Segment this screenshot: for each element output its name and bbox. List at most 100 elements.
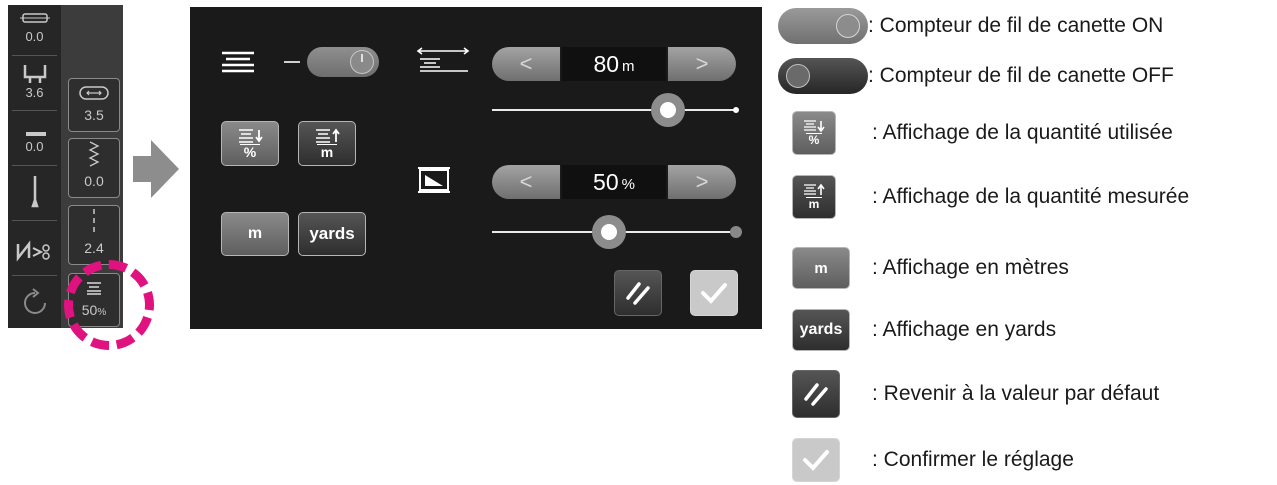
legend-label: m [814,259,828,277]
presser-foot-icon [10,63,59,85]
right-arrow-icon [133,140,179,203]
yards-icon: yards [778,309,872,351]
length-unit: m [622,57,635,75]
legend-text: : Affichage en yards [872,318,1057,341]
foot-pressure-value: 0.0 [25,139,44,154]
straight-stitch-icon [69,206,119,240]
reset-icon [778,370,872,418]
percent-slider[interactable] [492,215,742,249]
needle-button[interactable] [10,173,59,213]
legend-item-reset: : Revenir à la valeur par défaut [778,370,1160,418]
presser-foot-button[interactable]: 3.6 [10,63,59,100]
confirm-button[interactable] [690,270,738,316]
measured-quantity-button[interactable]: m [298,121,356,166]
used-quantity-button[interactable]: % [221,121,279,166]
stitch-length-button[interactable]: 0.0 [68,138,120,198]
used-quantity-icon [239,129,263,143]
meters-label: m [247,225,263,242]
toggle-knob [350,50,374,74]
legend-text: : Affichage en mètres [872,256,1069,279]
stitch-length-value: 0.0 [84,173,104,189]
used-quantity-label: % [239,144,261,159]
thread-cutter-button[interactable] [10,233,59,273]
legend-text: : Revenir à la valeur par défaut [872,382,1160,405]
length-setting-icon [416,47,470,78]
legend-item-meters: m : Affichage en mètres [778,247,1069,289]
thumb-center [659,102,676,118]
presser-foot-value: 3.6 [25,85,44,100]
legend-sub: % [805,133,823,147]
bobbin-counter-icon [220,51,256,78]
checkmark-icon [701,283,727,304]
toggle-knob [786,64,810,88]
divider [12,55,57,56]
bobbin-counter-toggle[interactable] [307,47,379,77]
straight-stitch-button[interactable]: 2.4 [68,205,120,265]
thread-cutter-icon [10,233,59,269]
reset-icon [626,282,650,305]
confirm-swatch [792,438,840,482]
confirm-icon [778,438,872,482]
meters-icon: m [778,247,872,289]
stitch-width-icon [69,79,119,107]
legend-sub: m [805,197,823,211]
foot-pressure-icon [10,117,59,139]
bobbin-percent-icon [416,167,452,198]
length-value: 80 [593,50,620,77]
toggle-knob [836,14,860,38]
measured-quantity-swatch: m [792,175,836,219]
length-increase-button[interactable]: > [668,47,736,81]
straight-stitch-value: 2.4 [84,240,104,256]
stitch-width-button[interactable]: 3.5 [68,78,120,132]
percent-unit: % [621,175,635,193]
meters-button[interactable]: m [221,212,289,256]
divider [12,275,57,276]
measured-quantity-label: m [316,144,338,159]
reset-button[interactable] [614,270,662,316]
used-quantity-icon: % [778,111,872,155]
legend-item-toggle-on: : Compteur de fil de canette ON [778,6,1163,46]
percent-stepper: < 50% > [492,165,736,199]
foot-pressure-button[interactable]: 0.0 [10,117,59,154]
legend-item-yards: yards : Affichage en yards [778,309,1057,351]
length-decrease-button[interactable]: < [492,47,560,81]
toggle-on-icon [778,8,868,44]
percent-decrease-button[interactable]: < [492,165,560,199]
legend-text: : Affichage de la quantité mesurée [872,185,1190,208]
legend-item-toggle-off: : Compteur de fil de canette OFF [778,56,1174,96]
legend-item-confirm: : Confirmer le réglage [778,438,1074,482]
yards-button[interactable]: yards [298,212,366,256]
sidebar-column-primary: 0.0 3.6 0.0 [8,5,61,328]
toggle-off-body [778,58,868,94]
slider-end-dot [733,107,739,113]
legend-text: : Compteur de fil de canette OFF [868,64,1174,87]
rotate-icon [10,283,59,323]
meters-swatch: m [792,247,850,289]
divider [12,110,57,111]
length-slider-thumb[interactable] [650,93,685,127]
measured-quantity-icon [316,128,340,143]
stitch-width-value: 3.5 [84,107,104,123]
percent-value-display: 50% [562,165,666,199]
thread-tension-value: 0.0 [25,29,44,44]
thread-tension-icon [10,7,59,29]
needle-icon [10,173,59,209]
reset-swatch [792,370,840,418]
yards-swatch: yards [792,309,850,351]
length-stepper: < 80 m > [492,47,736,81]
rotate-button[interactable] [10,283,59,323]
slider-end-dot [730,226,742,238]
length-slider[interactable] [492,93,739,127]
thread-tension-button[interactable]: 0.0 [10,7,59,44]
legend-text: : Affichage de la quantité utilisée [872,121,1173,144]
legend-text: : Confirmer le réglage [872,448,1074,471]
legend-label: yards [799,321,843,338]
bobbin-counter-panel: % m m yards < 80 m > < 50% > [190,7,762,329]
used-quantity-swatch: % [792,111,836,155]
yards-label: yards [309,224,355,243]
measured-quantity-icon: m [778,175,872,219]
percent-slider-thumb[interactable] [592,215,627,249]
thumb-center [601,224,618,240]
percent-increase-button[interactable]: > [668,165,736,199]
divider [12,220,57,221]
